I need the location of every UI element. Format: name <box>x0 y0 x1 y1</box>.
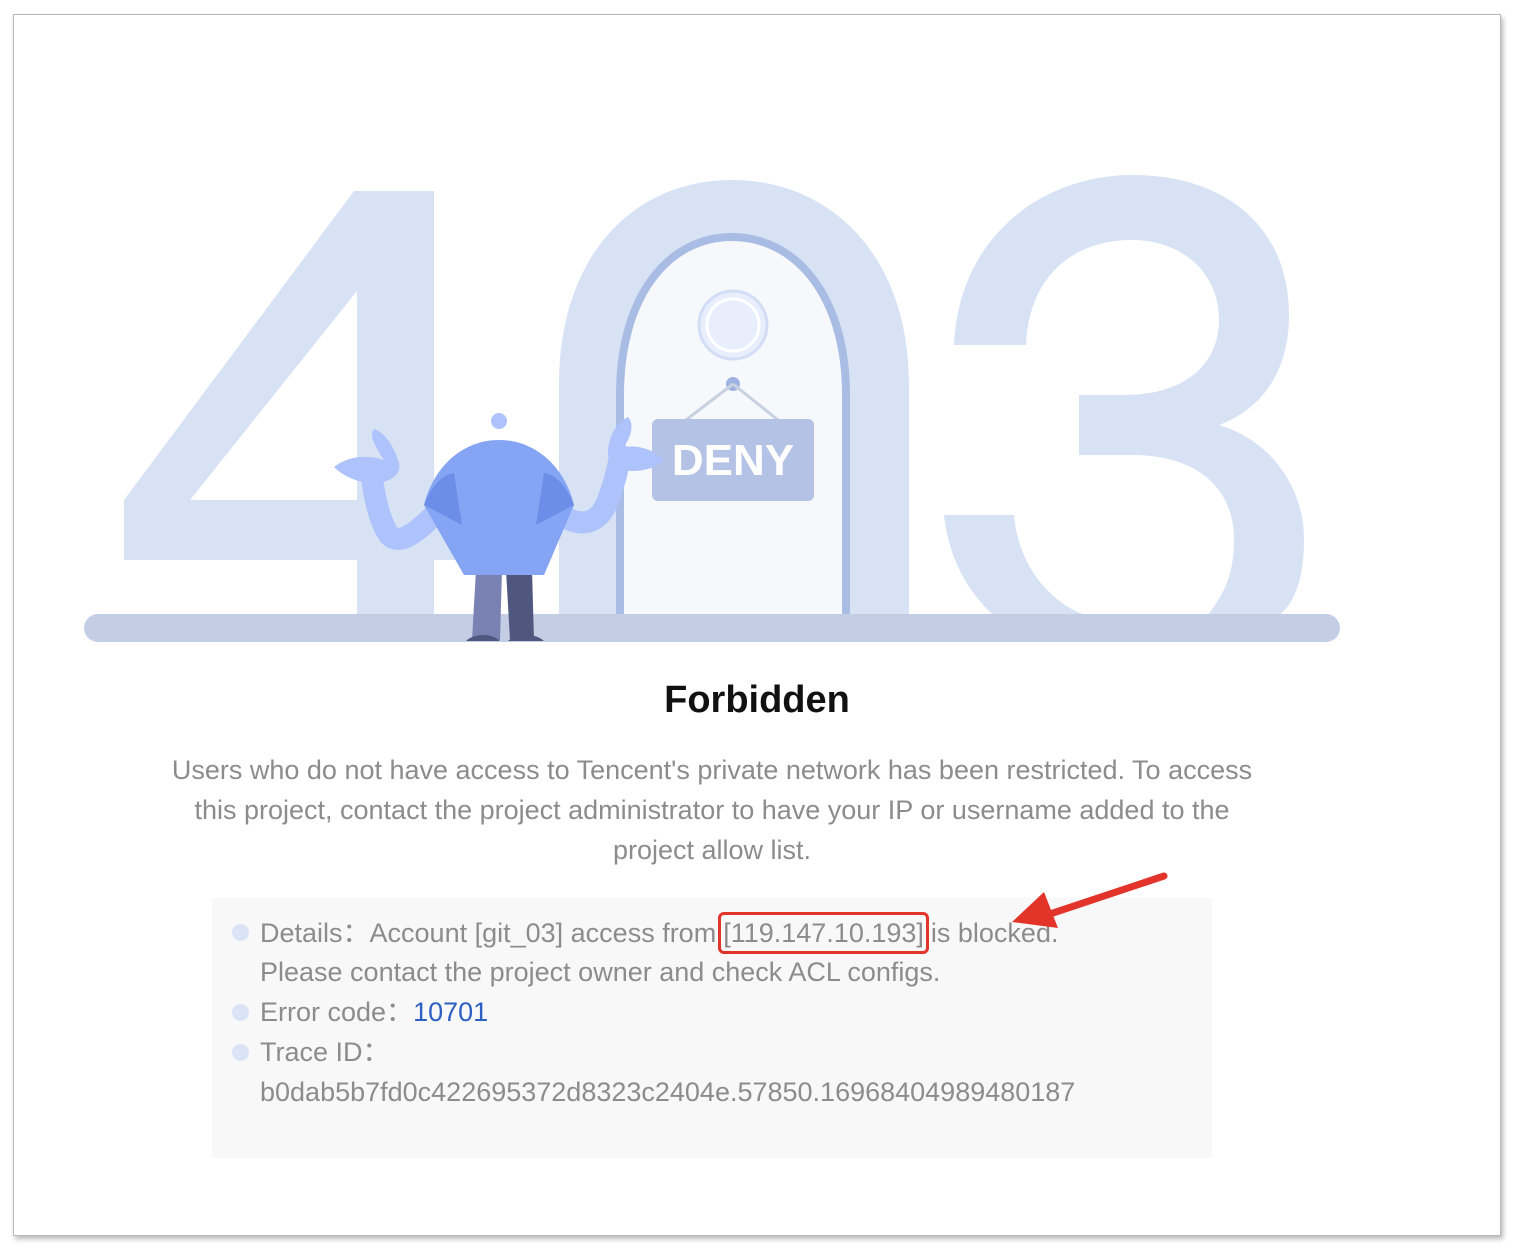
annotation-arrow-icon <box>1012 872 1168 928</box>
page-title: Forbidden <box>664 679 850 721</box>
details-prefix: Details：Account [git_03] access from <box>260 918 717 948</box>
bullet-icon <box>232 1004 249 1021</box>
door-peephole <box>697 289 769 361</box>
ground-line <box>84 614 1340 642</box>
forbidden-illustration: DENY <box>84 175 1340 642</box>
trace-id-value: b0dab5b7fd0c422695372d8323c2404e.57850.1… <box>260 1077 1076 1107</box>
page-frame: DENY Forbidden Users who do not have acc <box>13 14 1501 1236</box>
bullet-icon <box>232 1044 249 1061</box>
error-code-label: Error code： <box>260 997 414 1027</box>
error-description: Users who do not have access to Tencent'… <box>171 755 1253 865</box>
trace-id-label: Trace ID： <box>260 1037 390 1067</box>
person-head <box>491 413 507 429</box>
digit-three <box>944 175 1304 620</box>
details-instruction: Please contact the project owner and che… <box>260 957 941 987</box>
blocked-ip-address: [119.147.10.193] <box>718 912 929 954</box>
deny-sign: DENY <box>652 419 814 501</box>
deny-sign-text: DENY <box>672 436 794 485</box>
digit-four <box>124 191 494 620</box>
error-code-value[interactable]: 10701 <box>413 997 488 1027</box>
bullet-icon <box>232 924 249 941</box>
